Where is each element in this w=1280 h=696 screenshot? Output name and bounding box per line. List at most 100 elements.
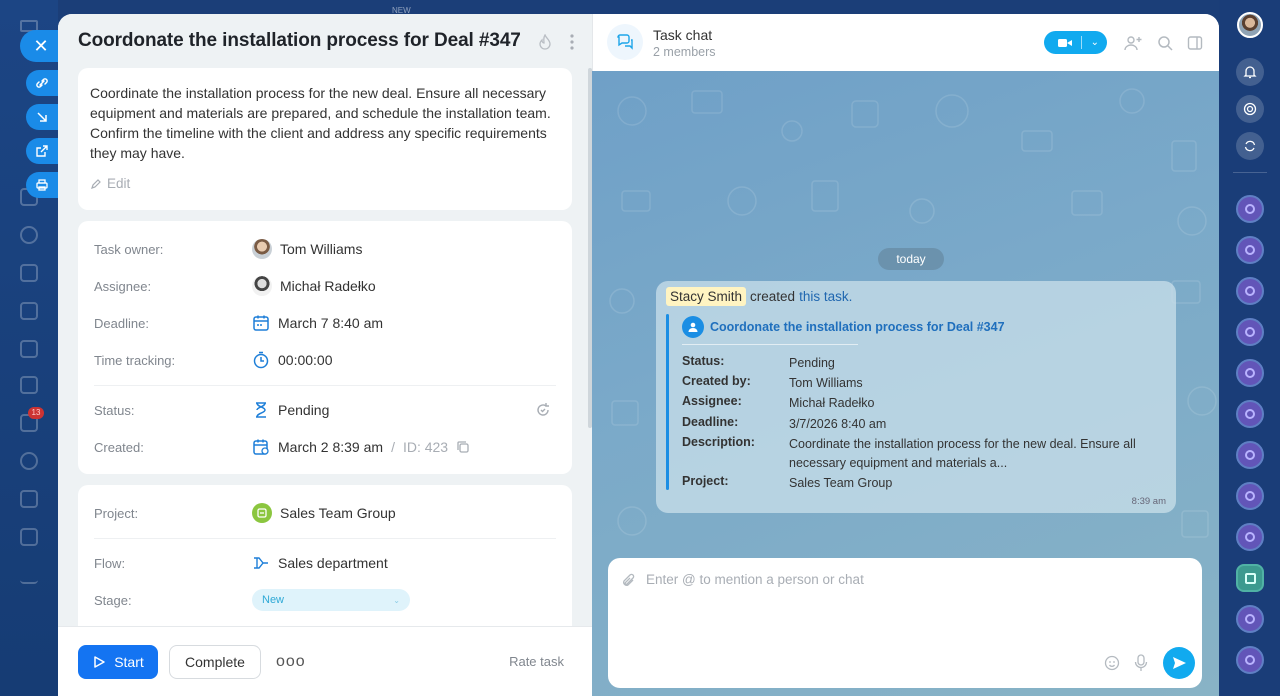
flame-icon[interactable] <box>538 34 552 50</box>
copy-link-button[interactable] <box>26 70 58 96</box>
quote-row: Deadline: 3/7/2026 8:40 am <box>682 415 1149 434</box>
owner-value[interactable]: Tom Williams <box>252 239 362 259</box>
created-text: March 2 8:39 am <box>278 439 384 455</box>
chat-avatar-item[interactable] <box>1236 236 1264 264</box>
chat-messages[interactable]: today Stacy Smith created this task. Coo… <box>592 71 1219 696</box>
start-button[interactable]: Start <box>78 645 158 679</box>
chat-avatar[interactable] <box>607 24 643 60</box>
task-description: Coordinate the installation process for … <box>90 85 551 161</box>
edit-description-link[interactable]: Edit <box>90 176 560 191</box>
send-button[interactable] <box>1163 647 1195 679</box>
paperclip-icon[interactable] <box>622 573 636 589</box>
inbox-icon <box>20 376 38 394</box>
open-new-window-button[interactable] <box>26 138 58 164</box>
sidebar-toggle-icon[interactable] <box>1187 35 1203 51</box>
project-card: Project: Sales Team Group Flow: Sales de… <box>78 485 572 645</box>
owner-row: Task owner: Tom Williams <box>94 238 556 260</box>
spiral-icon <box>1245 245 1255 255</box>
chevron-down-icon: ⌄ <box>1090 37 1099 48</box>
refresh-status-icon[interactable] <box>534 401 552 419</box>
owner-name: Tom Williams <box>280 241 363 257</box>
quote-key: Created by: <box>682 374 751 388</box>
chat-header: Task chat 2 members ⌄ <box>592 14 1219 71</box>
link-icon <box>36 78 48 88</box>
copilot-button[interactable] <box>1236 95 1264 123</box>
deadline-text: March 7 8:40 am <box>278 315 384 331</box>
quote-key: Deadline: <box>682 415 739 429</box>
stack-icon <box>20 528 38 546</box>
chat-avatar-item[interactable] <box>1236 605 1264 633</box>
tracking-text: 00:00:00 <box>278 352 333 368</box>
add-user-icon[interactable] <box>1124 35 1142 51</box>
chat-avatar-item[interactable] <box>1236 400 1264 428</box>
deadline-row: Deadline: March 7 8:40 am <box>94 312 556 334</box>
people-icon <box>20 452 38 470</box>
microphone-icon[interactable] <box>1134 654 1148 672</box>
flow-value[interactable]: Sales department <box>252 554 388 572</box>
board-icon <box>20 340 38 358</box>
start-label: Start <box>114 654 144 670</box>
project-label: Project: <box>94 505 139 521</box>
status-label: Status: <box>94 402 135 418</box>
chat-title: Task chat <box>653 27 713 43</box>
divider <box>94 385 556 386</box>
notifications-button[interactable] <box>1236 58 1264 86</box>
more-actions-button[interactable]: ooo <box>276 653 306 671</box>
quote-divider <box>682 344 858 345</box>
author-mention[interactable]: Stacy Smith <box>666 287 747 306</box>
user-avatar[interactable] <box>1237 12 1263 38</box>
task-chat: Task chat 2 members ⌄ today Stacy Smith … <box>592 14 1219 696</box>
spiral-icon <box>1245 368 1255 378</box>
quote-value: Sales Team Group <box>789 476 893 490</box>
sync-button[interactable] <box>1236 132 1264 160</box>
task-detail: Coordonate the installation process for … <box>58 14 592 696</box>
status-row: Status: Pending <box>94 399 556 421</box>
task-chat-item[interactable] <box>1236 564 1264 592</box>
emoji-icon[interactable] <box>1104 655 1120 671</box>
chat-avatar-item[interactable] <box>1236 318 1264 346</box>
spiral-icon <box>1245 327 1255 337</box>
quote-row: Description: Coordinate the installation… <box>682 435 1149 473</box>
message-composer[interactable]: Enter @ to mention a person or chat <box>608 558 1202 688</box>
rate-task-button[interactable]: Rate task <box>509 654 564 669</box>
search-icon[interactable] <box>1157 35 1173 51</box>
more-vertical-icon[interactable] <box>570 34 574 50</box>
minimize-button[interactable] <box>26 104 58 130</box>
stage-select[interactable]: New ⌄ <box>252 589 410 611</box>
chat-avatar-item[interactable] <box>1236 441 1264 469</box>
chat-avatar-item[interactable] <box>1236 277 1264 305</box>
chat-avatar-item[interactable] <box>1236 646 1264 674</box>
quote-value: Michał Radełko <box>789 396 875 410</box>
spiral-icon <box>1245 614 1255 624</box>
tracking-value[interactable]: 00:00:00 <box>252 351 333 369</box>
chat-avatar-item[interactable] <box>1236 359 1264 387</box>
print-button[interactable] <box>26 172 58 198</box>
hourglass-icon <box>256 402 266 418</box>
message-time: 8:39 am <box>1131 496 1166 507</box>
status-text: Pending <box>278 402 330 418</box>
assignee-value[interactable]: Michał Radełko <box>252 276 376 296</box>
project-value[interactable]: Sales Team Group <box>252 503 396 523</box>
quote-value: Tom Williams <box>789 376 863 390</box>
complete-button[interactable]: Complete <box>169 645 261 679</box>
pencil-icon <box>91 178 101 189</box>
quote-row: Project: Sales Team Group <box>682 474 1149 493</box>
created-value: March 2 8:39 am / ID: 423 <box>252 438 470 456</box>
chat-avatar-item[interactable] <box>1236 482 1264 510</box>
video-call-button[interactable]: ⌄ <box>1044 31 1107 54</box>
message-input[interactable]: Enter @ to mention a person or chat <box>646 572 864 587</box>
spiral-icon <box>1245 532 1255 542</box>
calendar-icon <box>20 264 38 282</box>
close-slider-button[interactable]: ✕ <box>20 30 62 62</box>
deadline-label: Deadline: <box>94 315 149 331</box>
chat-avatar-item[interactable] <box>1236 523 1264 551</box>
deadline-value[interactable]: March 7 8:40 am <box>252 314 383 332</box>
chat-members[interactable]: 2 members <box>653 45 716 59</box>
stage-value: New <box>262 594 285 606</box>
chat-avatar-item[interactable] <box>1236 195 1264 223</box>
task-link[interactable]: this task. <box>799 289 852 304</box>
copy-icon[interactable] <box>456 440 470 454</box>
quote-title[interactable]: Coordonate the installation process for … <box>682 316 1005 338</box>
description-card: Coordinate the installation process for … <box>78 68 572 210</box>
avatar <box>252 239 272 259</box>
